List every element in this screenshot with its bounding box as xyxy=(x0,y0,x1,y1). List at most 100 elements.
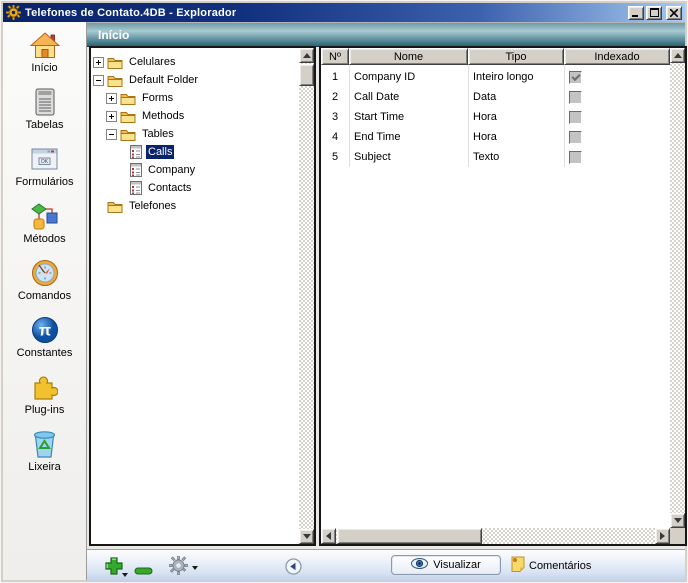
sidebar-item-constantes[interactable]: π Constantes xyxy=(3,315,86,372)
sidebar-item-comandos[interactable]: Comandos xyxy=(3,258,86,315)
tree-item-label: Celulares xyxy=(127,55,177,69)
field-row[interactable]: 4 End Time Hora xyxy=(321,127,670,147)
expand-minus-icon[interactable] xyxy=(106,129,117,140)
scroll-left-button[interactable] xyxy=(321,528,336,544)
bottom-toolbar: Visualizar Comentários xyxy=(87,549,685,582)
indexed-checkbox[interactable] xyxy=(569,91,582,104)
indexed-checkbox[interactable] xyxy=(569,131,582,144)
maximize-button[interactable] xyxy=(646,6,662,20)
folder-icon xyxy=(107,74,123,87)
constants-icon: π xyxy=(31,315,59,345)
app-gear-logo-icon xyxy=(6,5,21,20)
table-icon xyxy=(130,145,142,159)
sidebar-item-formularios[interactable]: OK Formulários xyxy=(3,144,86,201)
column-header-nome[interactable]: Nome xyxy=(349,48,468,65)
add-button[interactable] xyxy=(104,556,128,581)
expand-minus-icon[interactable] xyxy=(93,75,104,86)
sidebar-item-label: Formulários xyxy=(15,176,73,188)
options-button[interactable] xyxy=(169,556,198,580)
fields-table-header: Nº Nome Tipo Indexado xyxy=(321,48,670,65)
tree-item-company[interactable]: Company xyxy=(91,161,299,179)
collapse-preview-button[interactable] xyxy=(285,558,302,580)
tree-item-tables[interactable]: Tables xyxy=(91,125,299,143)
tree-item-default-folder[interactable]: Default Folder xyxy=(91,71,299,89)
fields-table-body: 1 Company ID Inteiro longo 2 Call Date D… xyxy=(321,65,670,528)
column-header-num[interactable]: Nº xyxy=(321,48,349,65)
visualizar-label: Visualizar xyxy=(433,559,481,571)
sidebar-item-plugins[interactable]: Plug-ins xyxy=(3,372,86,429)
visualizar-button[interactable]: Visualizar xyxy=(391,555,501,575)
expand-plus-icon[interactable] xyxy=(106,93,117,104)
tree-item-calls[interactable]: Calls xyxy=(91,143,299,161)
tree-item-label: Default Folder xyxy=(127,73,200,87)
scrollbar-corner xyxy=(670,528,685,544)
trash-icon xyxy=(32,429,57,459)
expand-plus-icon[interactable] xyxy=(106,111,117,122)
page-header: Início xyxy=(87,22,685,47)
window-title: Telefones de Contato.4DB - Explorador xyxy=(25,7,236,19)
tree-item-label: Forms xyxy=(140,91,175,105)
scroll-right-button[interactable] xyxy=(655,528,670,544)
note-icon xyxy=(511,556,525,575)
field-row[interactable]: 5 Subject Texto xyxy=(321,147,670,167)
scroll-up-button[interactable] xyxy=(299,48,314,63)
indexed-checkbox[interactable] xyxy=(569,71,582,84)
field-row[interactable]: 3 Start Time Hora xyxy=(321,107,670,127)
folder-icon xyxy=(120,92,136,105)
folder-icon xyxy=(120,128,136,141)
scrollbar-thumb[interactable] xyxy=(299,64,314,86)
tree-item-contacts[interactable]: Contacts xyxy=(91,179,299,197)
table-icon xyxy=(130,163,142,177)
tables-icon xyxy=(35,87,55,117)
sidebar-item-lixeira[interactable]: Lixeira xyxy=(3,429,86,486)
sidebar-item-metodos[interactable]: Métodos xyxy=(3,201,86,258)
app-window: Telefones de Contato.4DB - Explorador xyxy=(0,0,688,583)
comentarios-label: Comentários xyxy=(529,560,591,572)
tree-item-label: Contacts xyxy=(146,181,193,195)
minus-icon xyxy=(134,562,153,580)
table-horizontal-scrollbar[interactable] xyxy=(321,528,670,544)
expand-plus-icon[interactable] xyxy=(93,57,104,68)
folder-icon xyxy=(107,200,123,213)
table-vertical-scrollbar[interactable] xyxy=(670,48,685,528)
folder-icon xyxy=(120,110,136,123)
indexed-checkbox[interactable] xyxy=(569,111,582,124)
tree-item-label-selected: Calls xyxy=(146,145,174,159)
plus-icon xyxy=(104,556,124,581)
tree-item-label: Telefones xyxy=(127,199,178,213)
sidebar-item-label: Métodos xyxy=(23,233,65,245)
sidebar-item-tabelas[interactable]: Tabelas xyxy=(3,87,86,144)
minimize-button[interactable] xyxy=(628,6,644,20)
column-header-tipo[interactable]: Tipo xyxy=(468,48,564,65)
collapse-left-icon xyxy=(285,558,302,580)
tree-item-celulares[interactable]: Celulares xyxy=(91,53,299,71)
tree-item-forms[interactable]: Forms xyxy=(91,89,299,107)
sidebar-item-label: Plug-ins xyxy=(25,404,65,416)
dropdown-arrow-icon xyxy=(122,573,128,577)
field-row[interactable]: 1 Company ID Inteiro longo xyxy=(321,67,670,87)
title-bar[interactable]: Telefones de Contato.4DB - Explorador xyxy=(3,3,685,22)
tree-item-telefones[interactable]: Telefones xyxy=(91,197,299,215)
eye-icon xyxy=(411,558,428,572)
svg-text:π: π xyxy=(38,323,50,340)
indexed-checkbox[interactable] xyxy=(569,151,582,164)
close-button[interactable] xyxy=(666,6,682,20)
forms-icon: OK xyxy=(31,144,58,174)
scroll-up-button[interactable] xyxy=(670,48,685,63)
methods-icon xyxy=(31,201,59,231)
field-row[interactable]: 2 Call Date Data xyxy=(321,87,670,107)
tree-item-methods[interactable]: Methods xyxy=(91,107,299,125)
sidebar: Início Tabelas OK xyxy=(3,22,87,580)
scroll-down-button[interactable] xyxy=(299,529,314,544)
remove-button[interactable] xyxy=(134,562,153,580)
table-icon xyxy=(130,181,142,195)
scroll-down-button[interactable] xyxy=(670,513,685,528)
comentarios-button[interactable]: Comentários xyxy=(511,556,591,575)
svg-text:OK: OK xyxy=(41,159,49,165)
gear-icon xyxy=(169,556,188,580)
tree-vertical-scrollbar[interactable] xyxy=(299,48,314,544)
sidebar-item-inicio[interactable]: Início xyxy=(3,30,86,87)
tree-item-label: Tables xyxy=(140,127,176,141)
scrollbar-thumb[interactable] xyxy=(337,528,482,544)
column-header-indexado[interactable]: Indexado xyxy=(564,48,670,65)
